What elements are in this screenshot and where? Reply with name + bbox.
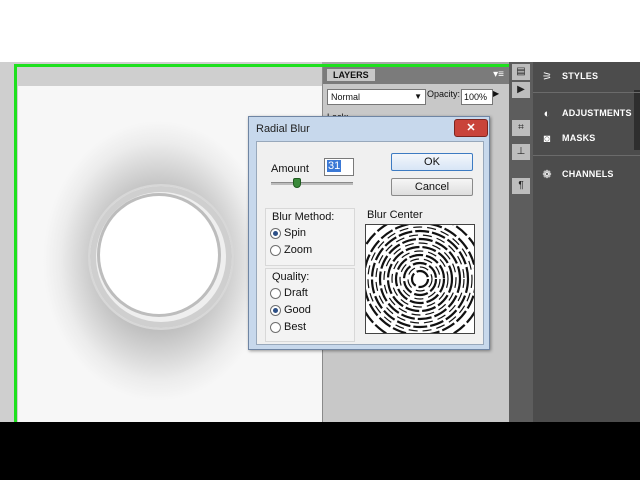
panel-item-label: CHANNELS	[562, 169, 614, 179]
radio-button[interactable]	[270, 322, 281, 333]
channels-icon: ❁	[542, 169, 552, 181]
quality-label: Quality:	[272, 271, 310, 283]
quality-group: Quality: Draft Good Best	[265, 268, 355, 342]
ok-button[interactable]: OK	[391, 153, 473, 171]
opacity-field[interactable]: 100%	[461, 89, 493, 105]
panel-item-styles[interactable]: ⚞ STYLES	[533, 66, 640, 88]
panel-menu-icon[interactable]: ▾≡	[493, 69, 504, 80]
panel-item-label: STYLES	[562, 71, 599, 81]
dialog-body: Amount 31 OK Cancel Blur Method: Spin Zo…	[256, 141, 484, 345]
blend-mode-select[interactable]: Normal ▼	[327, 89, 426, 105]
play-icon[interactable]: ▶	[512, 82, 530, 98]
bottom-black-frame	[0, 422, 640, 480]
spin-preview-graphic	[366, 225, 474, 333]
amount-slider-track[interactable]	[271, 182, 353, 185]
divider	[533, 92, 640, 93]
divider	[533, 155, 640, 156]
top-black-frame	[0, 0, 640, 62]
radio-label: Spin	[284, 227, 307, 239]
blur-method-group: Blur Method: Spin Zoom	[265, 208, 355, 266]
panel-item-masks[interactable]: ◙ MASKS	[533, 128, 640, 150]
stamp-icon[interactable]: ⊥	[512, 144, 530, 160]
amount-input[interactable]: 31	[324, 158, 354, 176]
layers-tab[interactable]: LAYERS	[327, 69, 375, 81]
radio-button[interactable]	[270, 245, 281, 256]
blur-method-label: Blur Method:	[272, 211, 335, 223]
panel-icon-strip: ▤ ▶ ⌗ ⊥ ¶	[509, 62, 533, 422]
dialog-title: Radial Blur	[256, 123, 310, 135]
radio-label: Draft	[284, 287, 308, 299]
radial-blur-dialog: Radial Blur ✕ Amount 31 OK Cancel Blur M…	[248, 116, 490, 350]
layers-tab-bar: LAYERS ▾≡	[323, 67, 510, 84]
adjustments-icon: ◐	[543, 108, 551, 120]
blur-center-label: Blur Center	[367, 209, 423, 221]
circle-shape-inner	[100, 196, 218, 314]
radio-label: Good	[284, 304, 311, 316]
blur-center-preview[interactable]	[365, 224, 475, 334]
radio-label: Zoom	[284, 244, 313, 256]
chevron-down-icon: ▼	[414, 92, 422, 101]
amount-label: Amount	[271, 163, 309, 175]
panel-item-adjustments[interactable]: ◐ ADJUSTMENTS	[533, 103, 640, 125]
paragraph-icon[interactable]: ¶	[512, 178, 530, 194]
opacity-label: Opacity:	[427, 89, 461, 99]
selection-outline-left	[14, 64, 17, 422]
right-panel-dock: ⚞ STYLES ◐ ADJUSTMENTS ◙ MASKS ❁ CHANNEL…	[533, 62, 640, 422]
panel-item-label: ADJUSTMENTS	[562, 108, 632, 118]
amount-value: 31	[327, 160, 342, 172]
panel-tool-icon[interactable]: ▤	[512, 64, 530, 80]
close-button[interactable]: ✕	[454, 119, 488, 137]
radio-button[interactable]	[270, 288, 281, 299]
styles-icon: ⚞	[542, 71, 552, 83]
blend-mode-value: Normal	[331, 92, 361, 102]
panel-item-channels[interactable]: ❁ CHANNELS	[533, 164, 640, 186]
radio-button[interactable]	[270, 228, 281, 239]
brush-preset-icon[interactable]: ⌗	[512, 120, 530, 136]
opacity-arrow-icon[interactable]: ▶	[493, 89, 499, 98]
masks-icon: ◙	[543, 133, 551, 145]
panel-item-label: MASKS	[562, 133, 596, 143]
radio-label: Best	[284, 321, 307, 333]
radio-button[interactable]	[270, 305, 281, 316]
cancel-button[interactable]: Cancel	[391, 178, 473, 196]
amount-slider-thumb[interactable]	[293, 178, 301, 188]
